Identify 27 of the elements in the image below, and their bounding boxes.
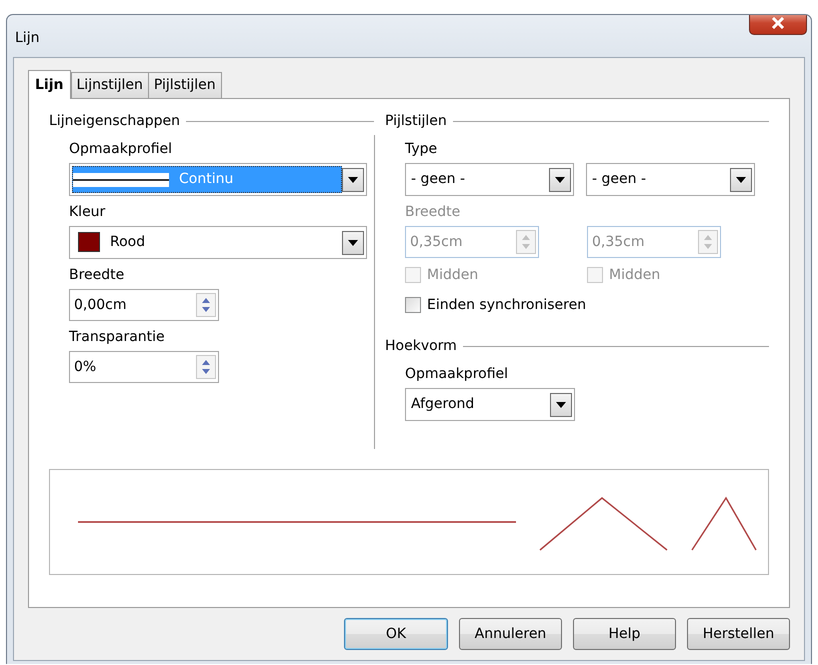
field-label: Opmaakprofiel	[69, 140, 174, 159]
section-heading: Hoekvorm	[385, 336, 457, 356]
dialog-button[interactable]: Herstellen	[687, 618, 790, 650]
section-heading: Lijneigenschappen	[49, 112, 180, 130]
corner-style-dropdown[interactable]: Afgerond	[405, 388, 575, 421]
checkbox-label: Einden synchroniseren	[427, 296, 586, 314]
field-label: Opmaakprofiel	[405, 365, 510, 384]
arrow-type-dropdown[interactable]: - geen -	[586, 163, 755, 196]
field-label: Type	[405, 140, 438, 159]
spin-field[interactable]: 0%	[69, 351, 219, 383]
color-dropdown[interactable]: Rood	[69, 226, 367, 259]
tab[interactable]: Pijlstijlen	[148, 72, 222, 98]
spin-field[interactable]: 0,00cm	[69, 289, 219, 321]
tab[interactable]: Lijn	[28, 70, 70, 99]
dialog-button[interactable]: Help	[573, 618, 676, 650]
dialog-button[interactable]: Annuleren	[459, 618, 562, 650]
field-label: Breedte	[69, 266, 126, 285]
field-label: Breedte	[405, 203, 462, 222]
checkbox-label: Midden	[609, 266, 660, 284]
field-label: Kleur	[69, 203, 106, 222]
tab[interactable]: Lijnstijlen	[70, 72, 149, 98]
arrow-type-dropdown[interactable]: - geen -	[405, 163, 574, 196]
checkbox-label: Midden	[427, 266, 478, 284]
section-heading: Pijlstijlen	[385, 112, 447, 130]
field-label: Transparantie	[69, 328, 166, 347]
window-title: Lijn	[15, 29, 40, 48]
dialog-button[interactable]: OK	[344, 618, 448, 650]
